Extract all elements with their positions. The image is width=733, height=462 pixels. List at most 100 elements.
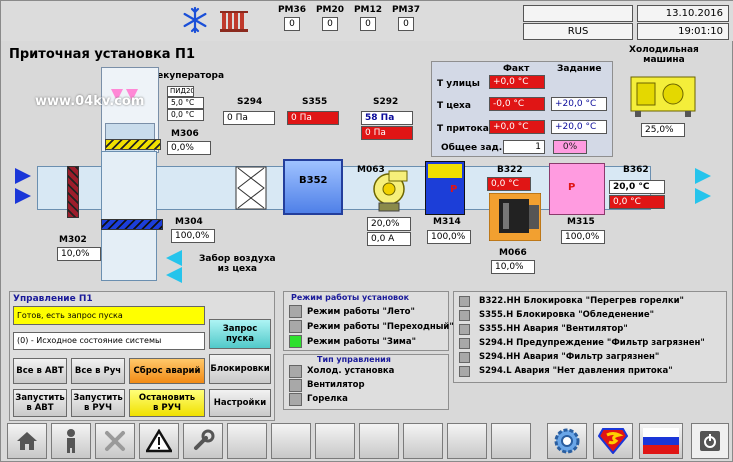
user-button[interactable] [51, 423, 91, 459]
m066-value[interactable]: 10,0% [491, 260, 535, 274]
m304-value[interactable]: 100,0% [171, 229, 215, 243]
blank-nav-6[interactable] [447, 423, 487, 459]
b322-value[interactable]: 0,0 °C [487, 177, 531, 191]
start-request-button[interactable]: Запрос пуска [209, 319, 271, 349]
service-button[interactable] [183, 423, 223, 459]
outside-temp-fact[interactable]: +0,0 °C [489, 75, 545, 89]
alarm-item-3: S355.HH Авария "Вентилятор" [479, 324, 628, 334]
fact-header: Факт [503, 64, 530, 74]
all-manual-button[interactable]: Все в Руч [71, 358, 125, 384]
b362-value-1[interactable]: 20,0 °C [609, 180, 665, 194]
m315-label: M315 [567, 217, 595, 227]
pm12-label: PM12 [353, 5, 383, 15]
shop-temp-fact[interactable]: -0,0 °C [489, 97, 545, 111]
common-setpoint-percent[interactable]: 0% [553, 140, 587, 154]
m063-value-2[interactable]: 0,0 A [367, 232, 411, 246]
language-selector[interactable]: RUS [523, 23, 633, 40]
b362-value-2[interactable]: 0,0 °C [609, 195, 665, 209]
mode-summer-led [289, 305, 302, 318]
m302-label: M302 [59, 235, 87, 245]
heater-icon[interactable] [219, 6, 249, 34]
common-setpoint-value[interactable]: 1 [503, 140, 545, 154]
alarm-led-3 [459, 324, 470, 335]
m066-label: M066 [499, 248, 527, 258]
shop-temp-label: Т цеха [437, 101, 471, 111]
m306-label: M306 [171, 129, 199, 139]
cooling-coil[interactable]: P [425, 161, 465, 215]
filter-icon [235, 166, 267, 210]
b362-label: B362 [623, 165, 649, 175]
s292-value-1[interactable]: 58 Па [361, 111, 413, 125]
interlocks-button[interactable]: Блокировки [209, 354, 271, 384]
control-panel-title: Управление П1 [13, 294, 93, 304]
blank-nav-1[interactable] [227, 423, 267, 459]
supply-temp-setpoint[interactable]: +20,0 °C [551, 120, 607, 134]
start-manual-button[interactable]: Запустить в РУЧ [71, 389, 125, 417]
warning-icon [146, 429, 172, 453]
m306-value[interactable]: 0,0% [167, 141, 211, 155]
chiller-icon[interactable] [629, 71, 699, 119]
chiller-value[interactable]: 25,0% [641, 123, 685, 137]
blank-nav-3[interactable] [315, 423, 355, 459]
pid-value-1: 5,0 °C [167, 97, 204, 109]
home-button[interactable] [7, 423, 47, 459]
cooling-coil-top [428, 164, 462, 178]
mode-winter-led [289, 335, 302, 348]
alarm-item-2: S355.H Блокировка "Обледенение" [479, 310, 655, 320]
setpoint-header: Задание [557, 64, 602, 74]
b352-heater[interactable]: B352 [283, 159, 343, 215]
return-arrow-2 [166, 267, 182, 283]
burner-icon[interactable] [488, 192, 542, 242]
cross-tools-icon [105, 431, 125, 451]
control-type-led-3 [289, 393, 302, 406]
superman-button[interactable] [593, 423, 633, 459]
all-auto-button[interactable]: Все в АВТ [13, 358, 67, 384]
start-auto-button[interactable]: Запустить в АВТ [13, 389, 67, 417]
s294-value[interactable]: 0 Па [223, 111, 275, 125]
chiller-label: Холодильная машина [629, 45, 699, 65]
supply-temp-fact[interactable]: +0,0 °C [489, 120, 545, 134]
settings-button[interactable]: Настройки [209, 389, 271, 417]
alarm-led-6 [459, 366, 470, 377]
blank-nav-4[interactable] [359, 423, 399, 459]
reset-alarms-button[interactable]: Сброс аварий [129, 358, 205, 384]
stop-manual-button[interactable]: Остановить в РУЧ [129, 389, 205, 417]
pid-value-2: 0,0 °C [167, 109, 204, 121]
damper-m306 [105, 139, 161, 150]
snowflake-icon[interactable] [181, 6, 209, 34]
shop-temp-setpoint[interactable]: +20,0 °C [551, 97, 607, 111]
pm36-label: PM36 [277, 5, 307, 15]
pm37-value: 0 [398, 17, 414, 31]
status-line-1: Готов, есть запрос пуска [13, 306, 205, 325]
damper-m302 [67, 166, 79, 218]
blank-nav-7[interactable] [491, 423, 531, 459]
s355-value[interactable]: 0 Па [287, 111, 339, 125]
pm20-indicator: PM20 0 [315, 5, 345, 31]
m304-label: M304 [175, 217, 203, 227]
m315-value[interactable]: 100,0% [561, 230, 605, 244]
s292-value-2[interactable]: 0 Па [361, 126, 413, 140]
s292-label: S292 [373, 97, 399, 107]
hmi-screen: PM36 0 PM20 0 PM12 0 PM37 0 13.10.2016 RUS 1… [0, 0, 733, 462]
blank-nav-5[interactable] [403, 423, 443, 459]
heating-coil[interactable]: P [549, 163, 605, 215]
fan-m063-icon[interactable] [369, 167, 409, 213]
tools-disabled-button[interactable] [95, 423, 135, 459]
b322-label: B322 [497, 165, 523, 175]
control-type-item-1: Холод. установка [307, 366, 395, 376]
time-display: 19:01:10 [637, 23, 729, 40]
pm12-value: 0 [360, 17, 376, 31]
blank-nav-2[interactable] [271, 423, 311, 459]
alarms-button[interactable] [139, 423, 179, 459]
m063-value-1[interactable]: 20,0% [367, 217, 411, 231]
russian-language-button[interactable] [639, 423, 683, 459]
m314-value[interactable]: 100,0% [427, 230, 471, 244]
m302-value[interactable]: 10,0% [57, 247, 101, 261]
system-settings-button[interactable] [547, 423, 587, 459]
power-button[interactable] [691, 423, 729, 459]
watermark-1: www.04kv.com [35, 94, 145, 109]
mode-summer-label: Режим работы "Лето" [307, 307, 415, 317]
supply-temp-label: Т притока [437, 124, 489, 134]
pm20-value: 0 [322, 17, 338, 31]
gear-icon [554, 428, 580, 454]
